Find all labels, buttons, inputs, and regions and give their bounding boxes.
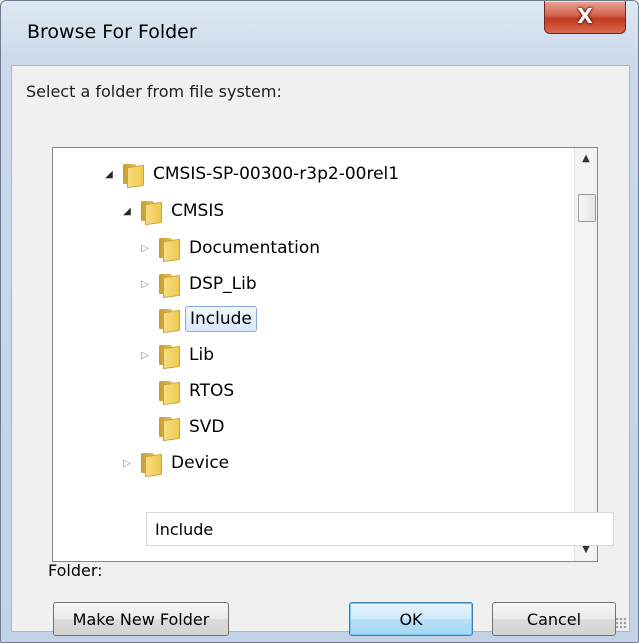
folder-icon [157,307,180,334]
window-title: Browse For Folder [27,21,197,43]
folder-icon [157,272,180,299]
tree-item-label: Device [171,453,230,473]
close-icon: X [577,4,593,28]
folder-icon [157,343,180,370]
tree-item-cmsis-sp[interactable]: ◢ CMSIS-SP-00300-r3p2-00rel1 [103,158,399,190]
scroll-up-arrow-icon[interactable]: ▲ [575,148,597,170]
title-bar: Browse For Folder X [1,1,638,65]
dialog-body: Select a folder from file system: ◢ CMSI… [11,65,630,636]
folder-icon [157,236,180,263]
folder-icon [139,199,162,226]
tree-item-label: SVD [189,417,225,437]
collapsed-arrow-icon[interactable]: ▷ [139,349,151,361]
tree-item-include[interactable]: Include [157,303,257,335]
folder-icon [157,379,180,406]
expanded-arrow-icon[interactable]: ◢ [103,168,115,180]
folder-field-label: Folder: [48,561,103,580]
collapsed-arrow-icon[interactable]: ▷ [139,278,151,290]
close-button[interactable]: X [544,1,626,34]
resize-grip-icon[interactable] [615,617,627,629]
scroll-thumb[interactable] [578,194,596,222]
tree-item-label: CMSIS [171,201,225,221]
tree-item-label: Include [185,306,257,332]
tree-item-label: CMSIS-SP-00300-r3p2-00rel1 [153,164,400,184]
tree-item-label: Documentation [189,238,321,258]
tree-item-label: RTOS [189,381,235,401]
expanded-arrow-icon[interactable]: ◢ [121,205,133,217]
folder-icon [157,415,180,442]
collapsed-arrow-icon[interactable]: ▷ [139,242,151,254]
make-new-folder-button[interactable]: Make New Folder [53,602,229,636]
tree-item-label: Lib [189,345,214,365]
tree-item-svd[interactable]: SVD [157,411,225,443]
cancel-button[interactable]: Cancel [492,602,616,636]
tree-item-rtos[interactable]: RTOS [157,375,234,407]
tree-item-cmsis[interactable]: ◢ CMSIS [121,195,224,227]
tree-item-label: DSP_Lib [189,274,257,294]
tree-item-dsp-lib[interactable]: ▷ DSP_Lib [139,268,257,300]
collapsed-arrow-icon[interactable]: ▷ [121,457,133,469]
folder-icon [139,451,162,478]
ok-button[interactable]: OK [349,602,473,636]
prompt-text: Select a folder from file system: [26,82,282,101]
folder-tree[interactable]: ◢ CMSIS-SP-00300-r3p2-00rel1 ◢ CMSIS ▷ D… [52,147,598,562]
tree-item-lib[interactable]: ▷ Lib [139,339,214,371]
folder-icon [121,162,144,189]
browse-for-folder-dialog: Browse For Folder X Select a folder from… [0,0,639,643]
vertical-scrollbar[interactable]: ▲ ▼ [574,148,597,561]
tree-item-device[interactable]: ▷ Device [121,447,229,479]
folder-name-input[interactable] [146,512,614,546]
tree-item-documentation[interactable]: ▷ Documentation [139,232,320,264]
